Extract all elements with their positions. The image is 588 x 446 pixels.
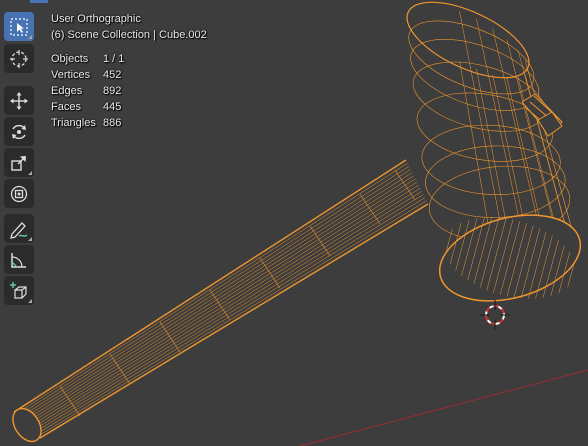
header-edge bbox=[30, 0, 48, 3]
move-icon bbox=[10, 91, 28, 110]
select-box-tool[interactable] bbox=[4, 12, 34, 41]
stat-row: Vertices 452 bbox=[51, 69, 122, 81]
stat-row: Edges 892 bbox=[51, 85, 122, 97]
measure-icon bbox=[11, 252, 26, 268]
3d-viewport[interactable]: User Orthographic (6) Scene Collection |… bbox=[0, 0, 588, 446]
add-cube-tool[interactable] bbox=[4, 276, 34, 305]
scale-tool[interactable] bbox=[4, 148, 34, 177]
annotate-icon bbox=[10, 221, 28, 239]
measure-tool[interactable] bbox=[4, 245, 34, 274]
move-tool[interactable] bbox=[4, 86, 34, 115]
annotate-tool[interactable] bbox=[4, 214, 34, 243]
transform-icon bbox=[10, 185, 28, 202]
viewport-info-overlay: User Orthographic (6) Scene Collection |… bbox=[51, 11, 207, 131]
hammer-handle bbox=[12, 158, 430, 443]
rotate-tool[interactable] bbox=[4, 117, 34, 146]
transform-tool[interactable] bbox=[4, 179, 34, 208]
scale-icon bbox=[11, 155, 26, 171]
rotate-icon bbox=[12, 124, 26, 139]
3d-cursor-icon bbox=[480, 300, 510, 330]
cursor-icon bbox=[10, 49, 28, 68]
hammer-head bbox=[403, 1, 582, 302]
view-name: User Orthographic bbox=[51, 13, 141, 25]
cursor-tool[interactable] bbox=[4, 44, 34, 73]
stat-row: Objects 1 / 1 bbox=[51, 53, 125, 65]
x-axis-line bbox=[299, 369, 588, 446]
stat-row: Triangles 886 bbox=[51, 117, 122, 129]
select-box-icon bbox=[10, 17, 28, 36]
scene-stats: Objects 1 / 1 Vertices 452 Edges 892 Faces 4… bbox=[51, 51, 207, 131]
collection-info: (6) Scene Collection | Cube.002 bbox=[51, 29, 207, 41]
add-cube-icon bbox=[10, 281, 27, 299]
stat-row: Faces 445 bbox=[51, 101, 122, 113]
